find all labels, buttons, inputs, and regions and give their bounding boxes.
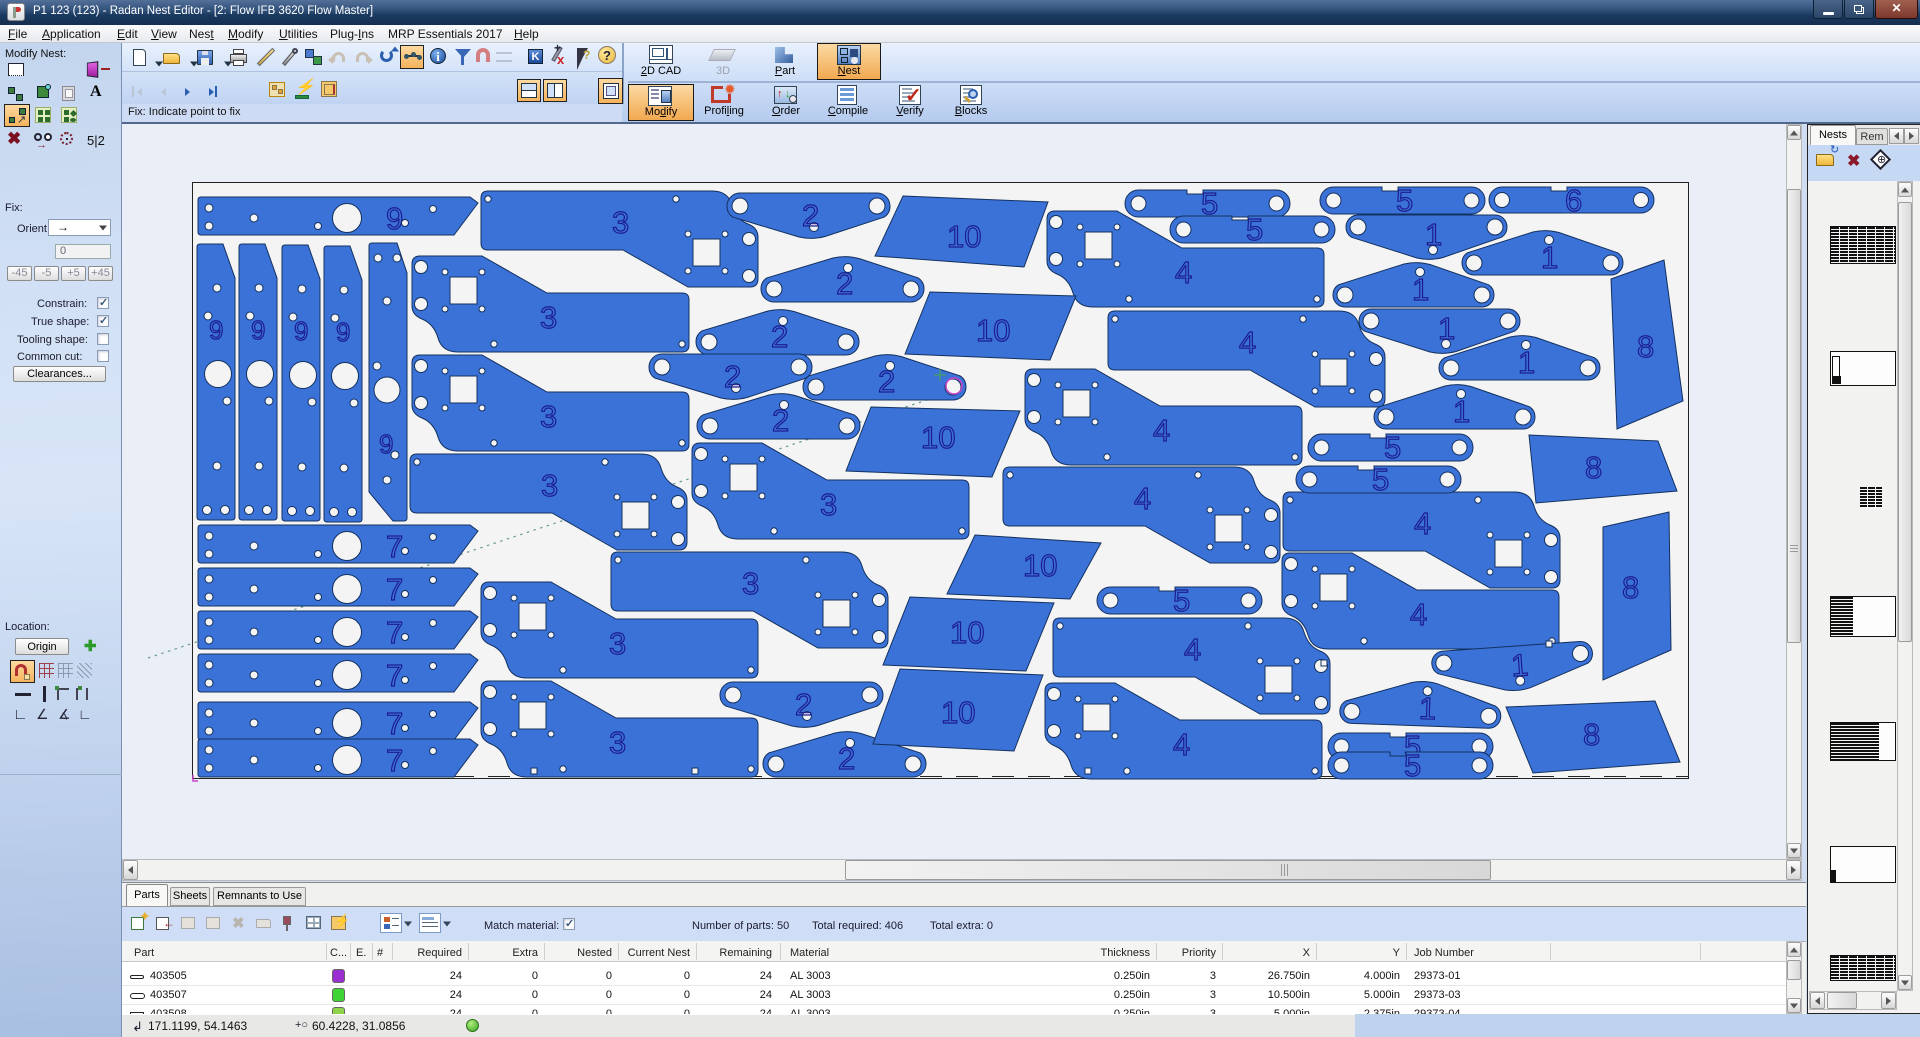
svg-text:10: 10 (1023, 548, 1057, 583)
svg-text:8: 8 (1637, 329, 1654, 364)
svg-text:5: 5 (1246, 212, 1263, 247)
svg-text:4: 4 (1173, 727, 1190, 762)
svg-text:4: 4 (1153, 413, 1170, 448)
svg-text:6: 6 (1565, 183, 1582, 218)
svg-text:10: 10 (950, 615, 984, 650)
svg-text:5: 5 (1404, 748, 1421, 783)
svg-text:5: 5 (1372, 462, 1389, 497)
svg-text:4: 4 (1414, 506, 1431, 541)
svg-text:4: 4 (1134, 481, 1151, 516)
svg-text:10: 10 (921, 420, 955, 455)
svg-text:5: 5 (1396, 183, 1413, 218)
svg-text:4: 4 (1175, 255, 1192, 290)
svg-text:10: 10 (947, 219, 981, 254)
svg-text:10: 10 (941, 695, 975, 730)
svg-text:3: 3 (609, 626, 626, 661)
svg-text:3: 3 (540, 300, 557, 335)
svg-text:4: 4 (1410, 597, 1427, 632)
svg-text:5: 5 (1173, 583, 1190, 618)
svg-text:5: 5 (1384, 430, 1401, 465)
svg-text:10: 10 (976, 313, 1010, 348)
svg-text:3: 3 (612, 205, 629, 240)
svg-text:4: 4 (1184, 632, 1201, 667)
svg-text:3: 3 (820, 487, 837, 522)
svg-text:8: 8 (1583, 717, 1600, 752)
svg-text:4: 4 (1239, 325, 1256, 360)
svg-text:3: 3 (742, 566, 759, 601)
svg-text:8: 8 (1585, 450, 1602, 485)
svg-text:8: 8 (1622, 570, 1639, 605)
svg-text:3: 3 (609, 725, 626, 760)
svg-text:3: 3 (541, 468, 558, 503)
svg-text:3: 3 (540, 399, 557, 434)
